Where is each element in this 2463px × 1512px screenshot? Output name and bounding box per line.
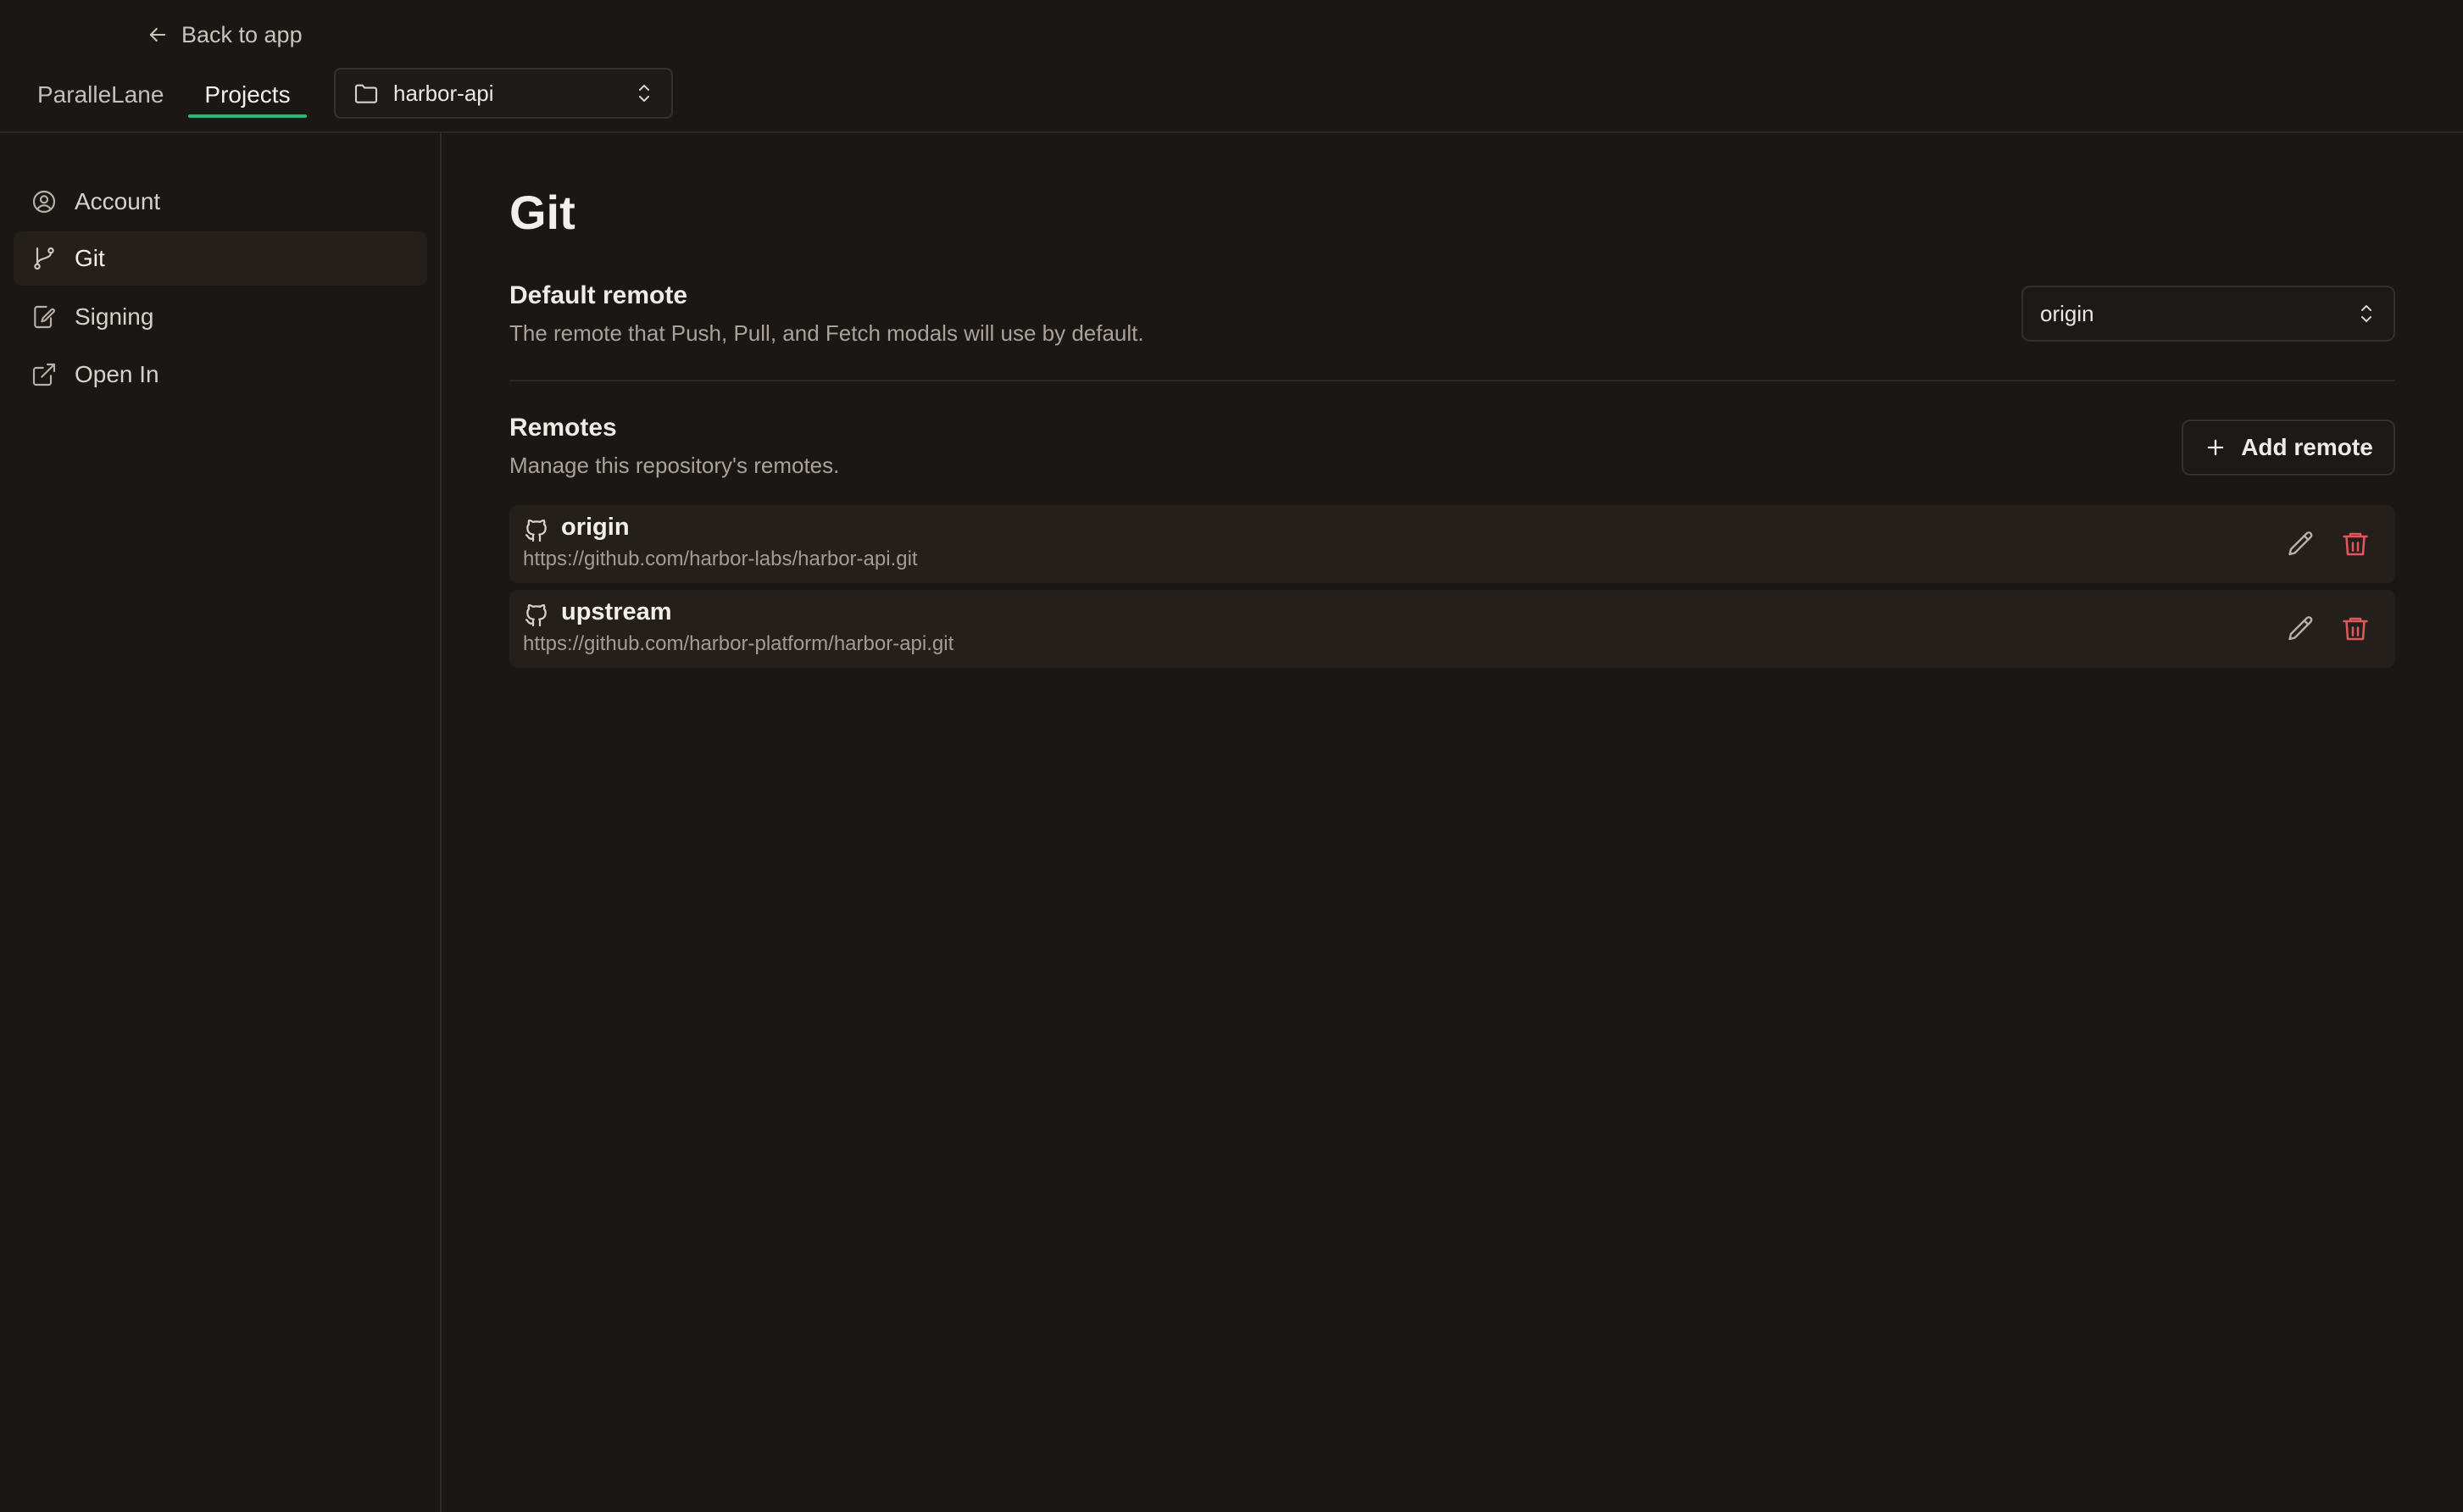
sidebar-item-label: Git [75, 245, 105, 271]
sidebar-item-label: Account [75, 188, 161, 214]
default-remote-select[interactable]: origin [2021, 286, 2395, 342]
default-remote-value: origin [2040, 300, 2094, 326]
signing-icon [31, 303, 58, 331]
sidebar-item-label: Signing [75, 303, 154, 330]
default-remote-description: The remote that Push, Pull, and Fetch mo… [509, 320, 1144, 346]
remote-url: https://github.com/harbor-labs/harbor-ap… [523, 548, 918, 570]
github-icon [523, 517, 550, 544]
github-icon [523, 602, 550, 629]
active-tab-indicator [188, 114, 307, 118]
sidebar-item-git[interactable]: Git [14, 231, 427, 286]
external-link-icon [31, 361, 58, 388]
remotes-title: Remotes [509, 414, 617, 442]
remotes-description: Manage this repository's remotes. [509, 453, 840, 478]
chevron-up-down-icon [2356, 302, 2377, 325]
folder-icon [353, 80, 380, 107]
remote-name: origin [561, 514, 630, 541]
sidebar-item-signing[interactable]: Signing [14, 290, 427, 344]
chevron-up-down-icon [634, 81, 654, 105]
sidebar-item-account[interactable]: Account [14, 175, 427, 229]
add-remote-button[interactable]: Add remote [2182, 420, 2395, 475]
remote-name: upstream [561, 598, 672, 625]
plus-icon [2204, 436, 2227, 459]
trash-icon[interactable] [2340, 614, 2371, 644]
remote-row-upstream: upstream https://github.com/harbor-platf… [509, 590, 2395, 668]
arrow-left-icon [146, 23, 170, 47]
project-select-value: harbor-api [393, 80, 494, 106]
sidebar-item-label: Open In [75, 361, 159, 387]
tab-projects[interactable]: Projects [188, 73, 307, 117]
trash-icon[interactable] [2340, 529, 2371, 559]
settings-sidebar: Account Git Signing Open In [0, 133, 442, 1512]
back-to-app-link[interactable]: Back to app [146, 19, 303, 51]
back-to-app-label: Back to app [181, 21, 303, 47]
default-remote-title: Default remote [509, 281, 688, 309]
page-title: Git [509, 186, 575, 239]
pencil-icon[interactable] [2286, 614, 2316, 644]
tab-parallelane[interactable]: ParalleLane [37, 73, 164, 117]
user-circle-icon [31, 188, 58, 215]
top-bar: Back to app ParalleLane Projects harbor-… [0, 0, 2463, 133]
project-select[interactable]: harbor-api [334, 68, 673, 119]
pencil-icon[interactable] [2286, 529, 2316, 559]
add-remote-label: Add remote [2241, 434, 2373, 460]
remote-row-origin: origin https://github.com/harbor-labs/ha… [509, 505, 2395, 583]
remote-url: https://github.com/harbor-platform/harbo… [523, 632, 954, 655]
git-branch-icon [31, 245, 58, 272]
section-divider [509, 380, 2395, 381]
sidebar-item-open-in[interactable]: Open In [14, 347, 427, 402]
